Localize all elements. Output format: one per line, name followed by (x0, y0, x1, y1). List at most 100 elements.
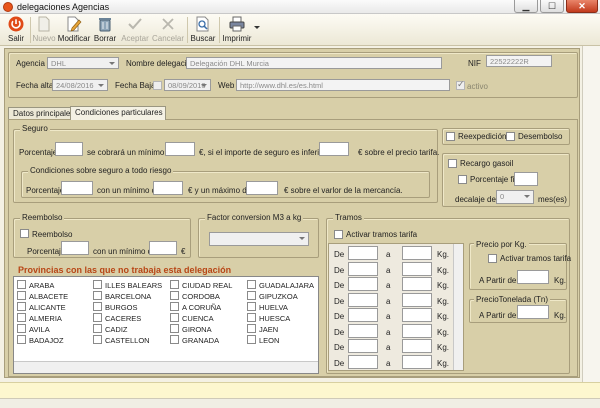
minimize-button[interactable]: ▁ (514, 0, 538, 13)
provincia-checkbox[interactable] (93, 324, 102, 333)
tramo-desde-field[interactable] (348, 246, 378, 260)
provincia-checkbox[interactable] (93, 313, 102, 322)
tramo-desde-field[interactable] (348, 292, 378, 307)
provincia-checkbox[interactable] (247, 280, 256, 289)
provincia-checkbox[interactable] (93, 280, 102, 289)
maximize-button[interactable]: ☐ (540, 0, 564, 13)
cancelar-button[interactable]: Cancelar (152, 15, 184, 45)
seguro-inferior-field[interactable] (319, 142, 349, 156)
fecha-alta-label: Fecha alta (16, 81, 54, 90)
tramo-desde-field[interactable] (348, 354, 378, 369)
tramos-title: Tramos (333, 213, 364, 222)
reembolso-minimo-field[interactable] (149, 241, 177, 255)
provincia-checkbox[interactable] (170, 302, 179, 311)
reembolso-porcentaje-field[interactable] (61, 241, 89, 255)
provincia-checkbox[interactable] (247, 335, 256, 344)
tramo-desde-field[interactable] (348, 323, 378, 338)
tramo-desde-field[interactable] (348, 308, 378, 322)
provincia-checkbox[interactable] (170, 291, 179, 300)
tramo-hasta-field[interactable] (402, 354, 432, 369)
precio-kg-a-partir-field[interactable] (517, 270, 549, 284)
imprimir-button[interactable]: Imprimir (222, 15, 252, 45)
printer-icon (229, 16, 245, 32)
aceptar-button[interactable]: Aceptar (121, 15, 149, 45)
buscar-label: Buscar (190, 34, 216, 43)
fecha-baja-checkbox[interactable] (153, 81, 162, 90)
fecha-baja-picker[interactable]: 08/09/2016 (164, 79, 211, 91)
factor-conversion-select[interactable] (209, 232, 309, 246)
provincia-checkbox[interactable] (93, 302, 102, 311)
tramo-hasta-field[interactable] (402, 246, 432, 260)
provincia-label: CORDOBA (182, 292, 220, 301)
fecha-alta-picker[interactable]: 24/08/2016 (52, 79, 108, 91)
tramo-desde-field[interactable] (348, 339, 378, 353)
seguro-porcentaje-field[interactable] (55, 142, 83, 156)
seguro-minimo-field[interactable] (165, 142, 195, 156)
nuevo-button[interactable]: Nuevo (32, 15, 56, 45)
tramo-de-label: De (334, 343, 345, 352)
salir-button[interactable]: Salir (4, 15, 28, 45)
provincia-checkbox[interactable] (170, 335, 179, 344)
vertical-scrollbar[interactable] (582, 46, 600, 382)
porcentaje-fijo-checkbox[interactable] (458, 175, 467, 184)
reexpedicion-checkbox[interactable] (446, 132, 455, 141)
provincia-label: CACERES (105, 314, 142, 323)
provincia-checkbox[interactable] (17, 291, 26, 300)
recargo-gasoil-checkbox[interactable] (448, 159, 457, 168)
tramo-desde-field[interactable] (348, 261, 378, 276)
activar-tramos-checkbox[interactable] (334, 230, 343, 239)
reembolso-check-label: Reembolso (32, 230, 73, 239)
provincia-checkbox[interactable] (17, 313, 26, 322)
tramo-hasta-field[interactable] (402, 261, 432, 276)
precio-ton-a-partir-field[interactable] (517, 305, 549, 319)
provincia-checkbox[interactable] (170, 324, 179, 333)
porcentaje-fijo-field[interactable] (514, 172, 538, 186)
activo-checkbox[interactable] (456, 79, 465, 90)
agencia-select[interactable]: DHL (47, 57, 119, 69)
new-document-icon (36, 16, 52, 32)
tab-condiciones-particulares[interactable]: Condiciones particulares (70, 106, 166, 120)
provincia-checkbox[interactable] (247, 291, 256, 300)
provincia-checkbox[interactable] (93, 335, 102, 344)
tramo-hasta-field[interactable] (402, 323, 432, 338)
precio-kg-kg-label: Kg. (554, 276, 567, 285)
provincia-checkbox[interactable] (17, 335, 26, 344)
tramo-hasta-field[interactable] (402, 308, 432, 322)
modificar-button[interactable]: Modificar (58, 15, 90, 45)
nif-label: NIF (468, 59, 481, 68)
imprimir-dropdown-arrow-icon[interactable] (254, 26, 260, 29)
nif-field[interactable]: 22522222R (486, 55, 552, 67)
toolbar-separator (187, 17, 188, 43)
provincia-checkbox[interactable] (247, 302, 256, 311)
provincia-checkbox[interactable] (17, 302, 26, 311)
provincia-label: CIUDAD REAL (182, 281, 233, 290)
provincia-checkbox[interactable] (17, 324, 26, 333)
riesgo-maximo-field[interactable] (246, 181, 278, 195)
reembolso-checkbox[interactable] (20, 229, 29, 238)
status-bar (0, 382, 600, 398)
provincia-checkbox[interactable] (93, 291, 102, 300)
tramo-hasta-field[interactable] (402, 292, 432, 307)
provincia-checkbox[interactable] (170, 280, 179, 289)
tramo-desde-field[interactable] (348, 277, 378, 291)
provincias-horizontal-scrollbar[interactable] (14, 361, 318, 373)
aceptar-label: Aceptar (121, 34, 149, 43)
nombre-delegacion-field[interactable]: Delegación DHL Murcia (186, 57, 442, 69)
tramos-scrollbar[interactable] (453, 244, 463, 370)
activar-precio-kg-checkbox[interactable] (488, 254, 497, 263)
provincia-checkbox[interactable] (17, 280, 26, 289)
desembolso-checkbox[interactable] (506, 132, 515, 141)
buscar-button[interactable]: Buscar (190, 15, 216, 45)
riesgo-porcentaje-field[interactable] (61, 181, 93, 195)
provincia-checkbox[interactable] (170, 313, 179, 322)
web-field[interactable]: http://www.dhl.es/es.html (236, 79, 450, 91)
modificar-label: Modificar (57, 34, 91, 43)
tramo-hasta-field[interactable] (402, 339, 432, 353)
provincia-checkbox[interactable] (247, 324, 256, 333)
borrar-button[interactable]: Borrar (93, 15, 117, 45)
tramo-hasta-field[interactable] (402, 277, 432, 291)
close-button[interactable]: ✕ (566, 0, 598, 13)
provincia-checkbox[interactable] (247, 313, 256, 322)
decalaje-select[interactable]: 0 (496, 190, 534, 204)
riesgo-minimo-field[interactable] (153, 181, 183, 195)
